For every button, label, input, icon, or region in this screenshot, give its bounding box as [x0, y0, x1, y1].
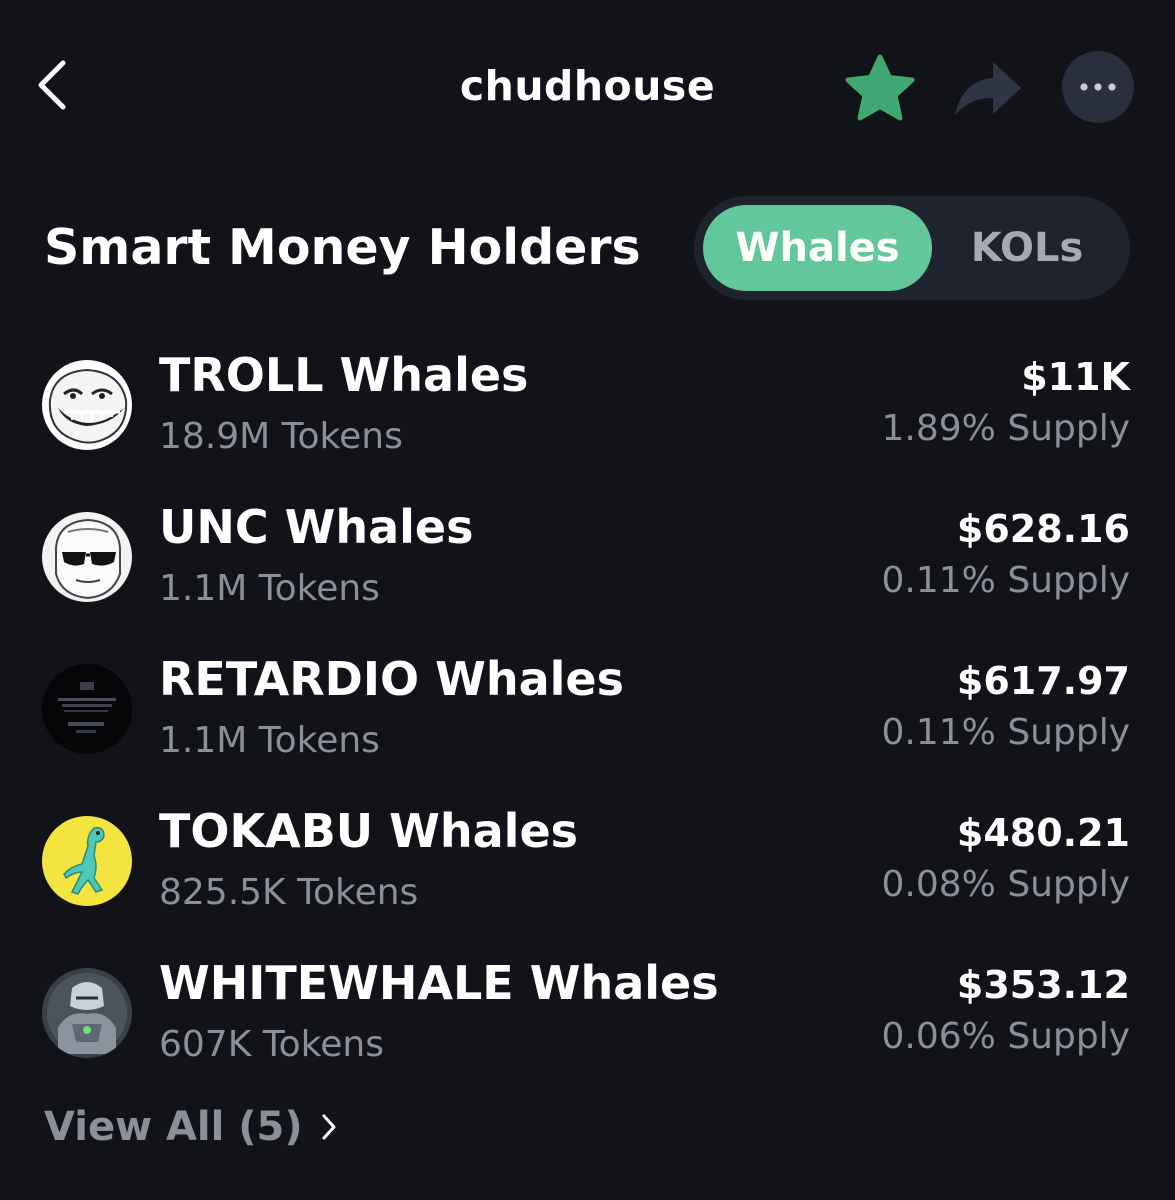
star-icon — [845, 54, 915, 121]
retardio-icon — [42, 664, 132, 754]
unc-face-icon — [42, 512, 132, 602]
holder-row[interactable]: RETARDIO Whales 1.1M Tokens $617.97 0.11… — [0, 634, 1175, 786]
more-horizontal-icon — [1080, 83, 1116, 91]
view-all-link[interactable]: View All (5) — [44, 1098, 337, 1156]
share-arrow-icon — [955, 62, 1021, 116]
holder-tokens: 825.5K Tokens — [159, 872, 419, 913]
holder-supply: 1.89% Supply — [881, 408, 1130, 449]
holder-value: $628.16 — [956, 507, 1130, 551]
holder-value: $617.97 — [956, 659, 1130, 703]
holder-row[interactable]: UNC Whales 1.1M Tokens $628.16 0.11% Sup… — [0, 482, 1175, 634]
view-all-label: View All (5) — [44, 1104, 303, 1150]
holder-tokens: 18.9M Tokens — [159, 416, 403, 457]
share-button[interactable] — [948, 50, 1028, 126]
holder-row[interactable]: TROLL Whales 18.9M Tokens $11K 1.89% Sup… — [0, 330, 1175, 482]
holder-name: WHITEWHALE Whales — [159, 956, 719, 1010]
troll-avatar — [42, 360, 132, 450]
tokabu-lizard-icon — [42, 816, 132, 906]
whitewhale-avatar — [42, 968, 132, 1058]
holder-supply: 0.08% Supply — [881, 864, 1130, 905]
chevron-right-icon — [321, 1112, 337, 1142]
holder-name: RETARDIO Whales — [159, 652, 624, 706]
holder-tokens: 1.1M Tokens — [159, 568, 380, 609]
holder-supply: 0.11% Supply — [881, 712, 1130, 753]
holder-row[interactable]: WHITEWHALE Whales 607K Tokens $353.12 0.… — [0, 938, 1175, 1090]
holder-tokens: 607K Tokens — [159, 1024, 384, 1065]
holder-type-toggle: Whales KOLs — [694, 196, 1130, 300]
tokabu-avatar — [42, 816, 132, 906]
holder-row[interactable]: TOKABU Whales 825.5K Tokens $480.21 0.08… — [0, 786, 1175, 938]
troll-face-icon — [42, 360, 132, 450]
holder-value: $11K — [1021, 355, 1130, 399]
holder-supply: 0.06% Supply — [881, 1016, 1130, 1057]
favorite-button[interactable] — [838, 50, 922, 126]
holder-name: TROLL Whales — [159, 348, 529, 402]
toggle-kols[interactable]: KOLs — [932, 205, 1122, 291]
section-title: Smart Money Holders — [44, 219, 641, 276]
unc-avatar — [42, 512, 132, 602]
whitewhale-robot-icon — [42, 968, 132, 1058]
holder-tokens: 1.1M Tokens — [159, 720, 380, 761]
retardio-avatar — [42, 664, 132, 754]
holder-value: $480.21 — [956, 811, 1130, 855]
holder-value: $353.12 — [956, 963, 1130, 1007]
top-bar: chudhouse — [0, 0, 1175, 175]
holder-name: UNC Whales — [159, 500, 474, 554]
toggle-whales[interactable]: Whales — [703, 205, 932, 291]
holder-name: TOKABU Whales — [159, 804, 579, 858]
holder-supply: 0.11% Supply — [881, 560, 1130, 601]
more-button[interactable] — [1062, 51, 1134, 123]
